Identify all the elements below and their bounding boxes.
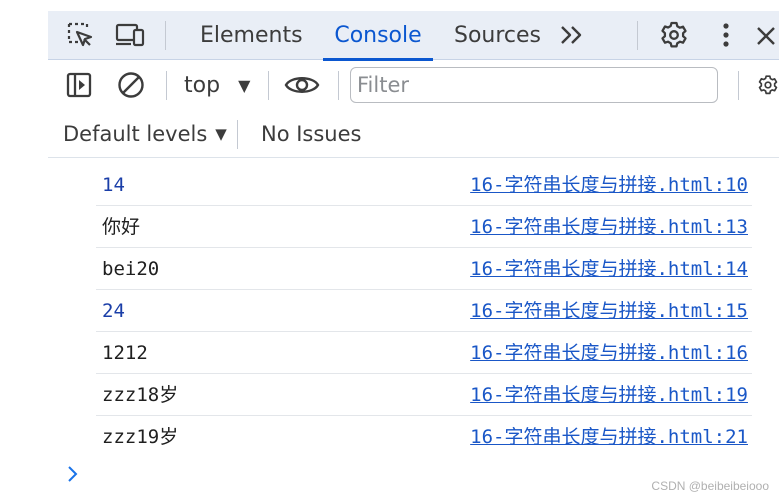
log-levels-label: Default levels [63, 122, 208, 146]
console-message: 你好 16-字符串长度与拼接.html:13 [96, 206, 752, 248]
toolbar-divider [166, 71, 167, 100]
console-message: 14 16-字符串长度与拼接.html:10 [96, 164, 752, 206]
source-link[interactable]: 16-字符串长度与拼接.html:21 [470, 424, 748, 450]
message-value: 1212 [102, 342, 148, 364]
toolbar-divider [338, 71, 339, 100]
message-value: 24 [102, 300, 125, 322]
toolbar-divider [268, 71, 269, 100]
log-levels-dropdown[interactable]: Default levels ▼ [63, 118, 227, 150]
message-value: bei20 [102, 258, 160, 280]
tab-sources[interactable]: Sources [444, 11, 551, 60]
console-toolbar: top ▼ [48, 61, 779, 109]
tab-bar-divider [637, 21, 638, 50]
gear-icon[interactable] [654, 15, 694, 55]
console-message: bei20 16-字符串长度与拼接.html:14 [96, 248, 752, 290]
tab-bar-divider [165, 21, 166, 50]
message-value: 14 [102, 174, 125, 196]
device-toolbar-icon[interactable] [110, 15, 150, 55]
console-message: zzz18岁 16-字符串长度与拼接.html:19 [96, 374, 752, 416]
more-vertical-icon[interactable] [706, 15, 746, 55]
watermark: CSDN @beibeibeiooo [651, 479, 769, 493]
eye-icon[interactable] [282, 65, 322, 105]
source-link[interactable]: 16-字符串长度与拼接.html:16 [470, 340, 748, 366]
message-value: zzz18岁 [102, 384, 179, 406]
message-value: 你好 [102, 216, 141, 238]
toolbar-divider [738, 71, 739, 100]
tab-label: Console [334, 23, 422, 48]
tab-console[interactable]: Console [323, 11, 433, 61]
levels-divider [237, 120, 238, 149]
tab-label: Elements [200, 23, 303, 48]
console-settings-gear-icon[interactable] [757, 69, 779, 101]
caret-down-icon: ▼ [238, 75, 251, 95]
chevron-double-right-icon[interactable] [552, 15, 592, 55]
tab-elements[interactable]: Elements [190, 11, 313, 60]
sidebar-toggle-icon[interactable] [59, 65, 99, 105]
log-levels-bar: Default levels ▼ No Issues [48, 110, 779, 158]
issues-label: No Issues [261, 122, 362, 146]
console-prompt-chevron-icon[interactable] [67, 465, 79, 483]
console-message: 1212 16-字符串长度与拼接.html:16 [96, 332, 752, 374]
source-link[interactable]: 16-字符串长度与拼接.html:15 [470, 298, 748, 324]
tab-label: Sources [454, 23, 542, 48]
console-message: 24 16-字符串长度与拼接.html:15 [96, 290, 752, 332]
source-link[interactable]: 16-字符串长度与拼接.html:14 [470, 256, 748, 282]
clear-console-icon[interactable] [111, 65, 151, 105]
close-icon[interactable] [753, 15, 779, 55]
filter-input[interactable] [350, 67, 718, 103]
devtools-tab-bar: Elements Console Sources [48, 11, 779, 61]
console-message: zzz19岁 16-字符串长度与拼接.html:21 [96, 416, 752, 458]
inspect-element-icon[interactable] [60, 15, 100, 55]
context-label: top [184, 72, 221, 98]
source-link[interactable]: 16-字符串长度与拼接.html:10 [470, 172, 748, 198]
message-value: zzz19岁 [102, 426, 179, 448]
console-messages: 14 16-字符串长度与拼接.html:10 你好 16-字符串长度与拼接.ht… [96, 164, 752, 458]
context-selector[interactable]: top ▼ [184, 69, 250, 101]
source-link[interactable]: 16-字符串长度与拼接.html:13 [470, 214, 748, 240]
caret-down-icon: ▼ [215, 125, 227, 143]
issues-link[interactable]: No Issues [261, 118, 361, 150]
source-link[interactable]: 16-字符串长度与拼接.html:19 [470, 382, 748, 408]
